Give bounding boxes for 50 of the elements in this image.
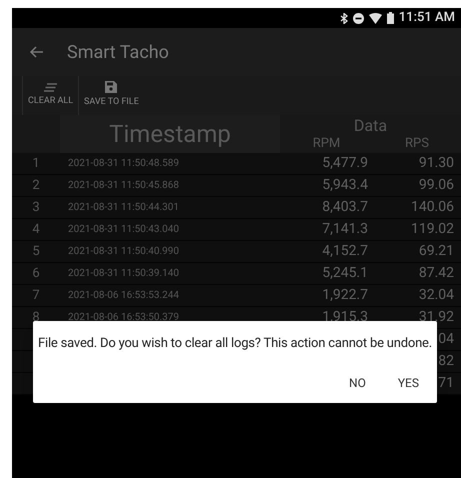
timestamp-cell-text: 2021-08-31 11:50:43.040 [67,223,180,237]
rpm-cell-text: 5,943.4 [321,176,369,195]
do-not-disturb-icon [352,12,364,24]
rps-cell-text: 99.06 [418,176,455,195]
timestamp-cell-text: 2021-08-31 11:50:44.301 [67,201,180,215]
timestamp-cell-text: 2021-08-31 11:50:39.140 [67,267,180,281]
row-number: 1 [31,154,41,173]
rps-cell-text: 82 [438,352,455,371]
timestamp-cell-text: 2021-08-31 11:50:45.868 [67,179,180,193]
timestamp-cell-text: 2021-08-31 11:50:48.589 [67,157,180,171]
row-number: 6 [31,264,41,283]
row-number: 3 [31,198,41,217]
row-number: 4 [31,220,41,239]
app-title: Smart Tacho [67,40,169,64]
rps-cell-text: 119.02 [410,220,455,239]
rpm-cell-text: 4,152.7 [321,242,369,261]
row-number: 8 [31,308,41,327]
dialog-message: File saved. Do you wish to clear all logs? This action cannot be undone. [38,335,432,353]
rps-cell-text: 04 [438,330,455,349]
rps-cell-text: 71 [438,374,455,393]
column-group-header: Data [352,116,388,136]
rps-cell-text: 32.04 [418,286,455,305]
rpm-cell-text: 8,403.7 [321,198,369,217]
row-number: 7 [31,286,41,305]
rpm-cell-text: 1,915.3 [321,308,369,327]
battery-icon [386,12,394,24]
row-number: 2 [31,176,41,195]
rpm-cell-text: 1,922.7 [321,286,369,305]
timestamp-cell-text: 2021-08-31 11:50:40.990 [67,245,180,259]
rps-cell-text: 87.42 [418,264,455,283]
lines-icon [44,82,58,92]
timestamp-cell-text: 2021-08-06 16:53:50.379 [67,311,180,325]
rpm-cell-text: 7,141.3 [321,220,369,239]
rps-cell-text: 91.30 [418,154,455,173]
rpm-cell-text: 5,477.9 [321,154,369,173]
rps-cell-text: 31.92 [418,308,455,327]
rps-cell-text: 69.21 [418,242,455,261]
bluetooth-icon [340,12,348,24]
row-number: 5 [31,242,41,261]
status-time: 11:51 AM [398,9,455,28]
column-header: RPM [312,136,342,152]
wifi-icon [368,12,382,24]
column-header: Timestamp [109,119,231,150]
rpm-cell-text: 5,245.1 [321,264,369,283]
dialog-button[interactable]: NO [337,368,378,398]
rps-cell-text: 140.06 [410,198,455,217]
column-header: RPS [404,136,430,152]
back-arrow-icon [29,46,43,58]
dialog-button[interactable]: YES [386,368,431,398]
timestamp-cell-text: 2021-08-06 16:53:53.244 [67,289,180,303]
